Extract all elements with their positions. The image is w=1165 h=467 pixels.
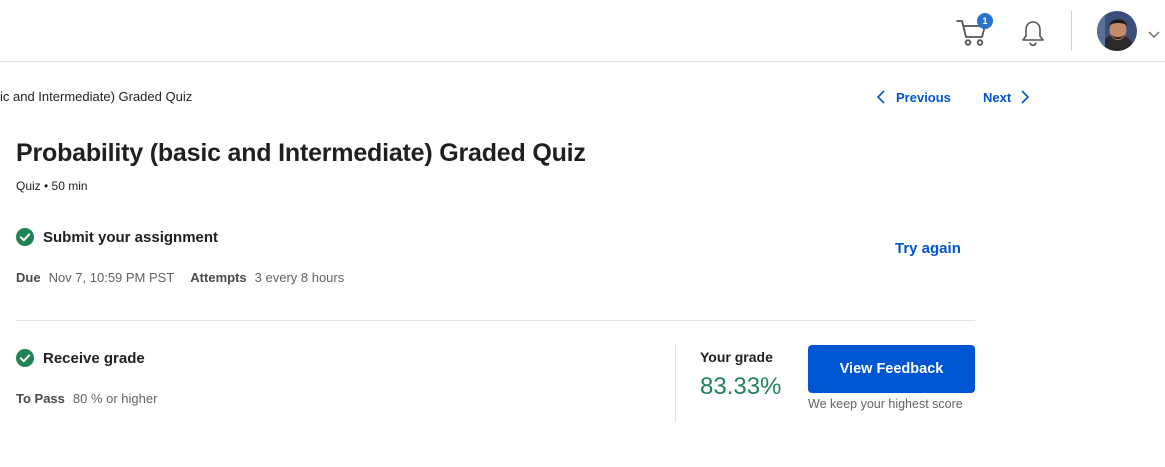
previous-button[interactable]: Previous xyxy=(876,89,951,105)
attempts-label: Attempts xyxy=(190,270,247,285)
submit-details: Due Nov 7, 10:59 PM PST Attempts 3 every 8 … xyxy=(16,270,344,285)
next-button[interactable]: Next xyxy=(983,89,1030,105)
grade-divider xyxy=(675,345,676,422)
pass-requirement: To Pass 80 % or higher xyxy=(16,391,157,406)
chevron-down-icon[interactable] xyxy=(1148,26,1160,38)
check-circle-icon xyxy=(16,228,34,246)
submit-heading-text: Submit your assignment xyxy=(43,228,219,246)
previous-label: Previous xyxy=(896,89,951,105)
receive-grade-heading: Receive grade xyxy=(16,349,145,367)
try-again-link[interactable]: Try again xyxy=(895,240,961,257)
top-navigation-bar: 1 xyxy=(0,0,1165,62)
view-feedback-button[interactable]: View Feedback xyxy=(808,345,975,393)
your-grade-value: 83.33% xyxy=(700,373,782,400)
bell-icon[interactable] xyxy=(1020,19,1046,47)
to-pass-value: 80 % or higher xyxy=(72,391,158,406)
submit-assignment-heading: Submit your assignment xyxy=(16,228,218,246)
your-grade-label: Your grade xyxy=(700,349,773,365)
due-label: Due xyxy=(16,270,41,285)
breadcrumb[interactable]: ic and Intermediate) Graded Quiz xyxy=(0,89,192,104)
header-divider xyxy=(1071,11,1072,51)
cart-count-badge: 1 xyxy=(977,13,993,29)
next-label: Next xyxy=(983,89,1012,105)
receive-grade-text: Receive grade xyxy=(43,349,145,367)
highest-score-note: We keep your highest score xyxy=(808,397,963,411)
section-divider xyxy=(16,320,975,321)
quiz-meta: Quiz • 50 min xyxy=(16,179,88,193)
to-pass-label: To Pass xyxy=(16,391,65,406)
chevron-right-icon xyxy=(1021,90,1030,104)
due-value: Nov 7, 10:59 PM PST xyxy=(48,270,175,285)
chevron-left-icon xyxy=(876,90,885,104)
avatar[interactable] xyxy=(1097,11,1137,51)
attempts-value: 3 every 8 hours xyxy=(254,270,345,285)
page-title: Probability (basic and Intermediate) Gra… xyxy=(16,139,586,167)
check-circle-icon xyxy=(16,349,34,367)
